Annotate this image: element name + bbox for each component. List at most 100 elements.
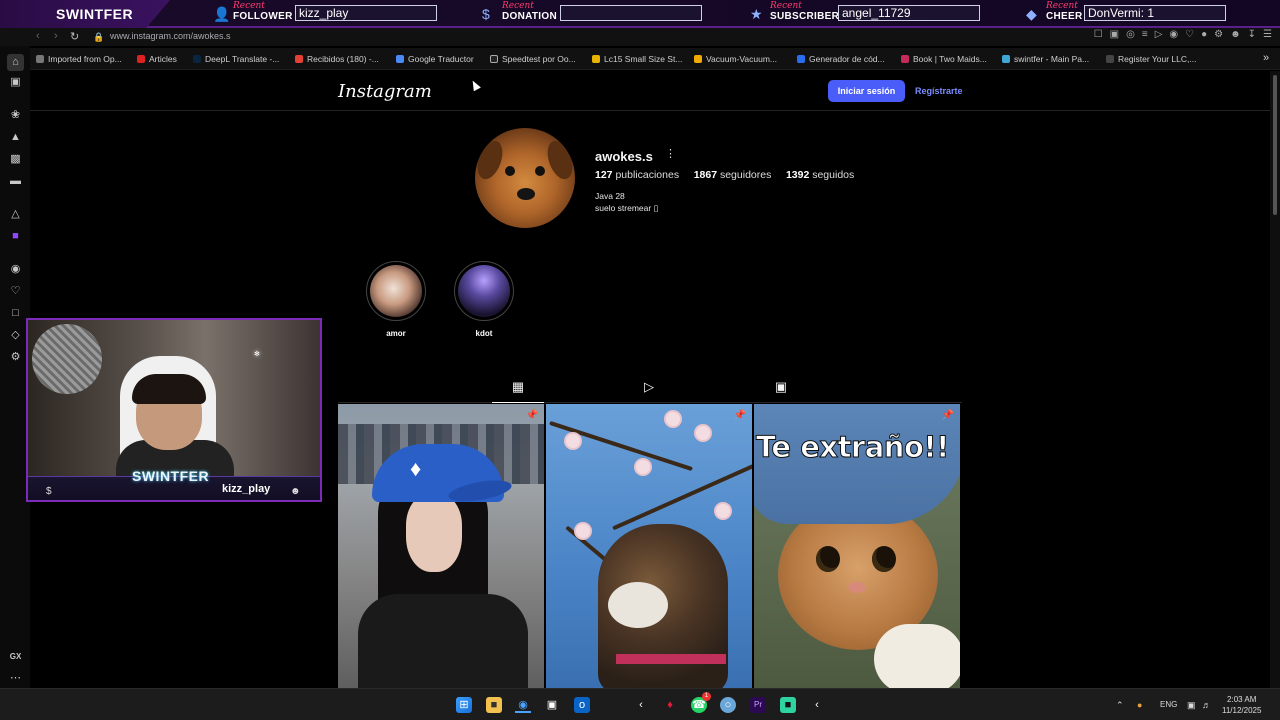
back-icon[interactable]: ‹	[36, 30, 40, 42]
translate-icon[interactable]: ≡	[1142, 29, 1148, 40]
chevron-right-icon[interactable]: »	[1263, 52, 1269, 64]
bookmark-item[interactable]: Articles	[137, 54, 177, 64]
login-button[interactable]: Iniciar sesión	[828, 80, 905, 102]
overlay-kind-label: FOLLOWER	[233, 11, 293, 22]
followers-count[interactable]: 1867	[694, 169, 717, 181]
bookmark-label: swintfer - Main Pa...	[1014, 54, 1090, 64]
app-icon[interactable]: ■	[780, 697, 796, 713]
browser-address-bar: ‹ › ↻ 🔒 www.instagram.com/awokes.s ☐ ▣ ◎…	[0, 28, 1280, 46]
post-kitten-eye	[816, 546, 840, 572]
taskbar-clock[interactable]: 2:03 AM 11/12/2025	[1222, 694, 1261, 716]
display-icon[interactable]: ▣	[1187, 700, 1196, 711]
bookmark-item[interactable]: Vacuum-Vacuum...	[694, 54, 777, 64]
windows-start-icon[interactable]: ⊞	[456, 697, 472, 713]
pin-icon[interactable]: ☐	[1094, 29, 1103, 40]
gx-label[interactable]: GX	[9, 650, 22, 663]
browser-taskbar-icon[interactable]: ◉	[515, 697, 531, 713]
aria-icon[interactable]: ▲	[9, 131, 22, 144]
vpn-icon[interactable]: ●	[1201, 29, 1207, 40]
register-link[interactable]: Regístrarte	[915, 86, 963, 96]
player-icon[interactable]: ◉	[9, 263, 22, 276]
overlay-value: kizz_play	[295, 5, 437, 21]
stack-icon[interactable]: ▬	[9, 175, 22, 188]
instagram-logo[interactable]: Instagram	[338, 81, 432, 102]
store-icon[interactable]: ▣	[544, 697, 560, 713]
bookmarks-bar: Imported from Op... Articles DeepL Trans…	[0, 48, 1280, 70]
app-icon[interactable]: ♦	[662, 697, 678, 713]
premiere-icon[interactable]: Pr	[750, 697, 766, 713]
bookmark-item[interactable]: DeepL Translate -...	[193, 54, 279, 64]
story-highlight[interactable]: amor	[366, 261, 426, 338]
bookmark-item[interactable]: Google Traductor	[396, 54, 474, 64]
extensions-icon[interactable]: ⚙	[1214, 29, 1223, 40]
following-label[interactable]: seguidos	[812, 169, 854, 181]
app-icon[interactable]: ‹	[809, 697, 825, 713]
overlay-recent-subscriber: ★ Recent SUBSCRIBER angel_11729	[750, 1, 990, 25]
chatgpt-icon[interactable]: ❀	[9, 109, 22, 122]
volume-icon[interactable]: ♬	[1202, 700, 1211, 710]
chevron-up-icon[interactable]: ⌃	[1116, 700, 1124, 711]
post-kitten-nose	[848, 582, 866, 593]
camera-icon[interactable]: ◉	[1169, 29, 1178, 40]
twitch-icon[interactable]: ■	[9, 230, 22, 243]
outlook-icon[interactable]: o	[574, 697, 590, 713]
forward-icon[interactable]: ›	[54, 30, 58, 42]
followers-label[interactable]: seguidores	[720, 169, 771, 181]
language-indicator[interactable]: ENG	[1160, 700, 1177, 709]
highlight-label: kdot	[475, 329, 493, 338]
tiktok-icon[interactable]: △	[9, 208, 22, 221]
streamer-name: SWINTFER	[132, 468, 210, 484]
bookmark-label: Imported from Op...	[48, 54, 122, 64]
profile-avatar[interactable]	[475, 128, 575, 228]
page-scrollbar[interactable]	[1270, 71, 1280, 688]
url-field[interactable]: www.instagram.com/awokes.s	[110, 31, 231, 41]
reload-icon[interactable]: ↻	[70, 30, 79, 43]
app-icon[interactable]: ○	[720, 697, 736, 713]
overlay-kind-label: SUBSCRIBER	[770, 11, 840, 22]
bookmark-label: Register Your LLC,...	[1118, 54, 1197, 64]
home-icon[interactable]: ⌂	[7, 54, 24, 71]
play-icon[interactable]: ▷	[1155, 29, 1163, 40]
post-thumbnail[interactable]: Te extraño!! 📌	[754, 404, 960, 688]
story-highlight[interactable]: kdot	[454, 261, 514, 338]
tab-reels-icon[interactable]: ▷	[641, 379, 657, 395]
bookmark-item[interactable]: Generador de cód...	[797, 54, 885, 64]
screenshot-icon[interactable]: ▣	[1110, 29, 1119, 40]
post-blossom	[636, 460, 650, 474]
file-explorer-icon[interactable]: ■	[486, 697, 502, 713]
download-icon[interactable]: ↧	[1248, 29, 1256, 40]
settings-icon[interactable]: ⚙	[9, 351, 22, 364]
diamond-icon: ◆	[1026, 6, 1037, 22]
profile-icon[interactable]: ☻	[1230, 29, 1241, 40]
bookmark-favicon	[901, 55, 909, 63]
post-thumbnail[interactable]: 📌	[546, 404, 752, 688]
bookmark-item[interactable]: Register Your LLC,...	[1106, 54, 1196, 64]
bookmark-item[interactable]: Imported from Op...	[36, 54, 122, 64]
microphone-icon[interactable]: ●	[1137, 700, 1142, 710]
app-icon[interactable]: ‹	[633, 697, 649, 713]
menu-icon[interactable]: ☰	[1263, 29, 1272, 40]
more-icon[interactable]: ⋯	[9, 672, 22, 685]
history-icon[interactable]: □	[9, 307, 22, 320]
bookmark-favicon	[592, 55, 600, 63]
bookmark-item[interactable]: Speedtest por Oo...	[490, 54, 576, 64]
tab-tagged-icon[interactable]: ▣	[773, 379, 789, 395]
tab-posts-grid-icon[interactable]: ▦	[510, 379, 526, 395]
shield-icon[interactable]: ◎	[1126, 29, 1135, 40]
hot-tabs-icon[interactable]: ▩	[9, 153, 22, 166]
bookmark-item[interactable]: Lc15 Small Size St...	[592, 54, 682, 64]
heart-icon[interactable]: ♡	[9, 285, 22, 298]
scrollbar-thumb[interactable]	[1273, 75, 1277, 215]
gamepad-icon[interactable]: ▣	[9, 76, 22, 89]
bookmark-item[interactable]: swintfer - Main Pa...	[1002, 54, 1089, 64]
more-options-icon[interactable]: ⋮	[665, 147, 676, 160]
bookmark-favicon	[694, 55, 702, 63]
heart-icon[interactable]: ♡	[1185, 29, 1194, 40]
following-count[interactable]: 1392	[786, 169, 809, 181]
cube-icon[interactable]: ◇	[9, 329, 22, 342]
avatar-dog-eye	[505, 166, 515, 176]
post-kitten-hat	[754, 404, 960, 524]
bookmark-item[interactable]: Book | Two Maids...	[901, 54, 987, 64]
bookmark-item[interactable]: Recibidos (180) -...	[295, 54, 379, 64]
post-thumbnail[interactable]: ♦ 📌	[338, 404, 544, 688]
